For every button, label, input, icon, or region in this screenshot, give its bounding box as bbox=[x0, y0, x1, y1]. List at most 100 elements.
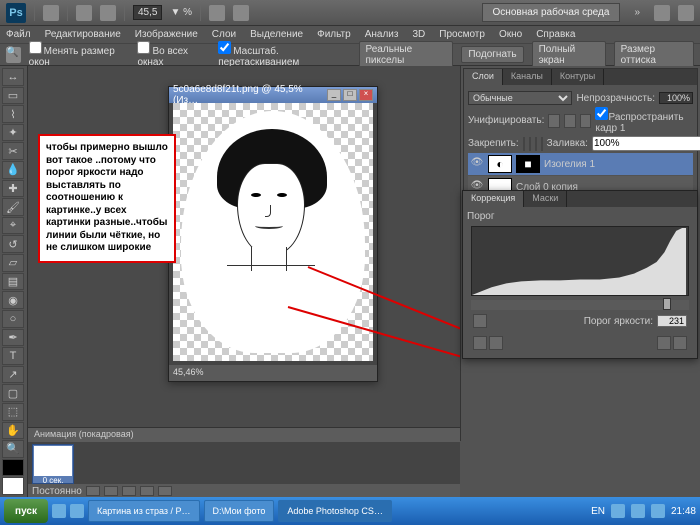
document-window[interactable]: 5c0a6e8d8f21t.png @ 45,5% (Из… _ □ × bbox=[168, 86, 378, 382]
blend-mode-select[interactable]: Обычные bbox=[468, 91, 572, 105]
lock-image-icon[interactable] bbox=[529, 137, 531, 151]
path-tool-icon[interactable]: ↗ bbox=[2, 366, 24, 384]
unify-icon[interactable] bbox=[580, 114, 592, 128]
clock[interactable]: 21:48 bbox=[671, 506, 696, 517]
crop-tool-icon[interactable]: ✂ bbox=[2, 142, 24, 160]
menu-3d[interactable]: 3D bbox=[412, 29, 425, 40]
gradient-tool-icon[interactable]: ▤ bbox=[2, 273, 24, 291]
menu-filter[interactable]: Фильтр bbox=[317, 29, 351, 40]
opt-dragzoom[interactable]: Масштаб. перетаскиванием bbox=[218, 41, 350, 68]
opt-resize[interactable]: Менять размер окон bbox=[29, 41, 130, 68]
dodge-tool-icon[interactable]: ○ bbox=[2, 310, 24, 328]
opacity-field[interactable] bbox=[659, 92, 693, 104]
lasso-tool-icon[interactable]: ⌇ bbox=[2, 105, 24, 123]
screenmode-icon[interactable] bbox=[100, 5, 116, 21]
eyedropper-tool-icon[interactable]: 💧 bbox=[2, 161, 24, 179]
threshold-panel[interactable]: Коррекция Маски Порог Порог яркости: bbox=[462, 190, 698, 359]
visibility-icon[interactable]: 👁 bbox=[470, 157, 484, 171]
play-icon[interactable] bbox=[122, 486, 136, 496]
bridge-icon[interactable] bbox=[43, 5, 59, 21]
taskbar-item[interactable]: Adobe Photoshop CS… bbox=[278, 500, 392, 522]
panel-icon[interactable] bbox=[489, 336, 503, 350]
window-max-icon[interactable]: □ bbox=[343, 89, 357, 101]
arrange-icon[interactable] bbox=[233, 5, 249, 21]
unify-icon[interactable] bbox=[564, 114, 576, 128]
minimize-icon[interactable] bbox=[654, 5, 670, 21]
marquee-tool-icon[interactable]: ▭ bbox=[2, 87, 24, 105]
taskbar-item[interactable]: D:\Мои фото bbox=[204, 500, 275, 522]
tab-layers[interactable]: Слои bbox=[464, 69, 503, 85]
quicklaunch-icon[interactable] bbox=[70, 504, 84, 518]
hand-icon[interactable] bbox=[209, 5, 225, 21]
lock-all-icon[interactable] bbox=[541, 137, 543, 151]
animation-frame[interactable]: 0 сек. bbox=[32, 444, 74, 484]
stamp-tool-icon[interactable]: ⌖ bbox=[2, 217, 24, 235]
heal-tool-icon[interactable]: ✚ bbox=[2, 180, 24, 198]
opt-allwindows[interactable]: Во всех окнах bbox=[137, 41, 210, 68]
type-tool-icon[interactable]: T bbox=[2, 347, 24, 365]
layer-name[interactable]: Изогелия 1 bbox=[544, 159, 595, 170]
unify-icon[interactable] bbox=[548, 114, 560, 128]
menu-layer[interactable]: Слои bbox=[212, 29, 236, 40]
menu-image[interactable]: Изображение bbox=[135, 29, 198, 40]
menu-analysis[interactable]: Анализ bbox=[365, 29, 399, 40]
animation-tab[interactable]: Анимация (покадровая) bbox=[28, 428, 460, 442]
history-tool-icon[interactable]: ↺ bbox=[2, 235, 24, 253]
layer-mask-icon[interactable]: ■ bbox=[516, 155, 540, 173]
layer-row[interactable]: 👁 ◐ ■ Изогелия 1 bbox=[468, 153, 693, 175]
quicklaunch-icon[interactable] bbox=[52, 504, 66, 518]
menu-view[interactable]: Просмотр bbox=[439, 29, 485, 40]
zoom-field[interactable]: 45,5 bbox=[133, 5, 162, 20]
tab-channels[interactable]: Каналы bbox=[503, 69, 552, 85]
last-frame-icon[interactable] bbox=[158, 486, 172, 496]
eraser-tool-icon[interactable]: ▱ bbox=[2, 254, 24, 272]
tool-preset-icon[interactable]: 🔍 bbox=[6, 47, 21, 63]
workspace-button[interactable]: Основная рабочая среда bbox=[482, 3, 621, 22]
next-frame-icon[interactable] bbox=[140, 486, 154, 496]
bg-color-swatch[interactable] bbox=[2, 477, 24, 495]
panel-icon[interactable] bbox=[473, 336, 487, 350]
reset-icon[interactable] bbox=[657, 336, 671, 350]
brush-tool-icon[interactable]: 🖌 bbox=[2, 198, 24, 216]
opt-printsize[interactable]: Размер оттиска bbox=[614, 41, 694, 69]
start-button[interactable]: пуск bbox=[4, 499, 48, 523]
language-indicator[interactable]: EN bbox=[591, 506, 605, 517]
fill-field[interactable] bbox=[592, 136, 700, 151]
viewmode-icon[interactable] bbox=[76, 5, 92, 21]
tab-masks[interactable]: Маски bbox=[524, 191, 567, 207]
tray-icon[interactable] bbox=[611, 504, 625, 518]
opt-realpixels[interactable]: Реальные пикселы bbox=[359, 41, 454, 69]
tray-icon[interactable] bbox=[631, 504, 645, 518]
window-close-icon[interactable]: × bbox=[359, 89, 373, 101]
first-frame-icon[interactable] bbox=[86, 486, 100, 496]
menu-window[interactable]: Окно bbox=[499, 29, 522, 40]
close-icon[interactable] bbox=[678, 5, 694, 21]
blur-tool-icon[interactable]: ◉ bbox=[2, 291, 24, 309]
propagate-checkbox[interactable]: Распространить кадр 1 bbox=[595, 107, 693, 134]
move-tool-icon[interactable]: ↔ bbox=[2, 68, 24, 86]
hand-tool-icon[interactable]: ✋ bbox=[2, 422, 24, 440]
zoom-tool-icon[interactable]: 🔍 bbox=[2, 440, 24, 458]
document-titlebar[interactable]: 5c0a6e8d8f21t.png @ 45,5% (Из… _ □ × bbox=[169, 87, 377, 103]
clip-icon[interactable] bbox=[473, 314, 487, 328]
threshold-value-field[interactable] bbox=[657, 315, 687, 327]
menu-file[interactable]: Файл bbox=[6, 29, 31, 40]
opt-fullscreen[interactable]: Полный экран bbox=[532, 41, 606, 69]
delete-icon[interactable] bbox=[673, 336, 687, 350]
slider-thumb-icon[interactable] bbox=[663, 298, 671, 310]
menu-edit[interactable]: Редактирование bbox=[45, 29, 121, 40]
prev-frame-icon[interactable] bbox=[104, 486, 118, 496]
repeat-dropdown[interactable]: Постоянно bbox=[32, 486, 82, 497]
menu-help[interactable]: Справка bbox=[536, 29, 575, 40]
wand-tool-icon[interactable]: ✦ bbox=[2, 124, 24, 142]
lock-trans-icon[interactable] bbox=[523, 137, 525, 151]
tab-paths[interactable]: Контуры bbox=[552, 69, 604, 85]
more-icon[interactable]: » bbox=[634, 7, 640, 18]
tab-adjustments[interactable]: Коррекция bbox=[463, 191, 524, 207]
threshold-slider[interactable] bbox=[471, 300, 689, 310]
adjustment-thumb-icon[interactable]: ◐ bbox=[488, 155, 512, 173]
taskbar-item[interactable]: Картина из страз / Р… bbox=[88, 500, 200, 522]
3d-tool-icon[interactable]: ⬚ bbox=[2, 403, 24, 421]
pen-tool-icon[interactable]: ✒ bbox=[2, 329, 24, 347]
tray-icon[interactable] bbox=[651, 504, 665, 518]
